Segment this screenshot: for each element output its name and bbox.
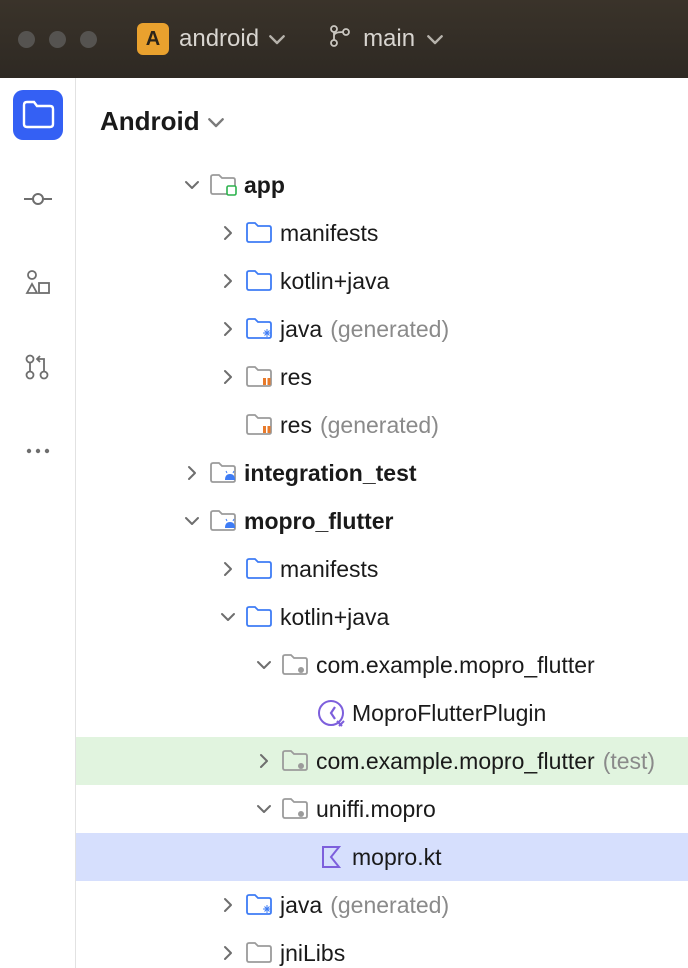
chevron-down-icon[interactable] bbox=[180, 509, 204, 533]
tree-label: app bbox=[244, 172, 285, 199]
tree-label: integration_test bbox=[244, 460, 417, 487]
tree-item-java-generated[interactable]: java (generated) bbox=[76, 305, 688, 353]
tree-label: res bbox=[280, 364, 312, 391]
res-folder-icon bbox=[244, 410, 274, 440]
tree-suffix: (test) bbox=[603, 748, 655, 775]
structure-tool-button[interactable] bbox=[13, 258, 63, 308]
tree-label: com.example.mopro_flutter bbox=[316, 652, 595, 679]
tree-label: kotlin+java bbox=[280, 604, 389, 631]
tree-item-kotlin-java[interactable]: kotlin+java bbox=[76, 257, 688, 305]
tree-item-mf-java-gen[interactable]: java (generated) bbox=[76, 881, 688, 929]
generated-folder-icon bbox=[244, 314, 274, 344]
package-icon bbox=[280, 650, 310, 680]
tree-item-integration-test[interactable]: integration_test bbox=[76, 449, 688, 497]
panel-view-selector[interactable]: Android bbox=[76, 92, 688, 161]
chevron-right-icon[interactable] bbox=[216, 269, 240, 293]
tree-label: java bbox=[280, 316, 322, 343]
tree-suffix: (generated) bbox=[320, 412, 439, 439]
tree-label: com.example.mopro_flutter bbox=[316, 748, 595, 775]
tree-label: jniLibs bbox=[280, 940, 345, 967]
module-folder-icon bbox=[208, 170, 238, 200]
pull-requests-tool-button[interactable] bbox=[13, 342, 63, 392]
chevron-right-icon[interactable] bbox=[180, 461, 204, 485]
chevron-down-icon bbox=[208, 106, 224, 137]
chevron-right-icon[interactable] bbox=[216, 941, 240, 965]
tree-item-mf-manifests[interactable]: manifests bbox=[76, 545, 688, 593]
folder-icon bbox=[244, 266, 274, 296]
tree-item-uniffi[interactable]: uniffi.mopro bbox=[76, 785, 688, 833]
android-folder-icon bbox=[208, 458, 238, 488]
chevron-right-icon[interactable] bbox=[252, 749, 276, 773]
tree-item-mf-kotlin-java[interactable]: kotlin+java bbox=[76, 593, 688, 641]
zoom-window-icon[interactable] bbox=[80, 31, 97, 48]
tree-label: uniffi.mopro bbox=[316, 796, 436, 823]
tree-label: mopro.kt bbox=[352, 844, 441, 871]
project-selector[interactable]: A android bbox=[137, 23, 285, 55]
project-tree: app manifests kotlin+java java (generate… bbox=[76, 161, 688, 968]
tree-item-package-test[interactable]: com.example.mopro_flutter (test) bbox=[76, 737, 688, 785]
res-folder-icon bbox=[244, 362, 274, 392]
kotlin-class-icon bbox=[316, 698, 346, 728]
android-folder-icon bbox=[208, 506, 238, 536]
folder-icon bbox=[244, 218, 274, 248]
chevron-down-icon[interactable] bbox=[252, 653, 276, 677]
folder-icon bbox=[244, 938, 274, 968]
tool-rail bbox=[0, 78, 76, 968]
tree-label: kotlin+java bbox=[280, 268, 389, 295]
project-panel: Android app manifests kotlin+java bbox=[76, 78, 688, 968]
chevron-down-icon[interactable] bbox=[216, 605, 240, 629]
branch-name: main bbox=[363, 25, 415, 53]
generated-folder-icon bbox=[244, 890, 274, 920]
chevron-down-icon bbox=[269, 31, 285, 47]
tree-item-mopro-flutter[interactable]: mopro_flutter bbox=[76, 497, 688, 545]
chevron-down-icon bbox=[427, 31, 443, 47]
package-icon bbox=[280, 794, 310, 824]
package-icon bbox=[280, 746, 310, 776]
chevron-down-icon[interactable] bbox=[252, 797, 276, 821]
kotlin-file-icon bbox=[316, 842, 346, 872]
chevron-down-icon[interactable] bbox=[180, 173, 204, 197]
tree-suffix: (generated) bbox=[330, 892, 449, 919]
tree-item-jnilibs[interactable]: jniLibs bbox=[76, 929, 688, 968]
chevron-right-icon[interactable] bbox=[216, 893, 240, 917]
tree-label: java bbox=[280, 892, 322, 919]
tree-label: MoproFlutterPlugin bbox=[352, 700, 546, 727]
tree-item-res-generated[interactable]: res (generated) bbox=[76, 401, 688, 449]
commit-tool-button[interactable] bbox=[13, 174, 63, 224]
tree-item-manifests[interactable]: manifests bbox=[76, 209, 688, 257]
window-controls bbox=[18, 31, 97, 48]
tree-item-app[interactable]: app bbox=[76, 161, 688, 209]
tree-label: manifests bbox=[280, 220, 378, 247]
tree-item-res[interactable]: res bbox=[76, 353, 688, 401]
project-tool-button[interactable] bbox=[13, 90, 63, 140]
more-tool-button[interactable] bbox=[13, 426, 63, 476]
tree-label: res bbox=[280, 412, 312, 439]
chevron-right-icon[interactable] bbox=[216, 317, 240, 341]
close-window-icon[interactable] bbox=[18, 31, 35, 48]
minimize-window-icon[interactable] bbox=[49, 31, 66, 48]
tree-suffix: (generated) bbox=[330, 316, 449, 343]
folder-icon bbox=[244, 602, 274, 632]
tree-item-plugin-class[interactable]: MoproFlutterPlugin bbox=[76, 689, 688, 737]
panel-title: Android bbox=[100, 106, 200, 137]
tree-label: mopro_flutter bbox=[244, 508, 394, 535]
chevron-right-icon[interactable] bbox=[216, 557, 240, 581]
chevron-right-icon[interactable] bbox=[216, 221, 240, 245]
project-icon: A bbox=[137, 23, 169, 55]
branch-icon bbox=[329, 24, 351, 54]
branch-selector[interactable]: main bbox=[329, 24, 443, 54]
titlebar: A android main bbox=[0, 0, 688, 78]
project-name: android bbox=[179, 25, 259, 53]
main: Android app manifests kotlin+java bbox=[0, 78, 688, 968]
tree-item-package-main[interactable]: com.example.mopro_flutter bbox=[76, 641, 688, 689]
tree-label: manifests bbox=[280, 556, 378, 583]
folder-icon bbox=[244, 554, 274, 584]
tree-item-mopro-kt[interactable]: mopro.kt bbox=[76, 833, 688, 881]
chevron-right-icon[interactable] bbox=[216, 365, 240, 389]
